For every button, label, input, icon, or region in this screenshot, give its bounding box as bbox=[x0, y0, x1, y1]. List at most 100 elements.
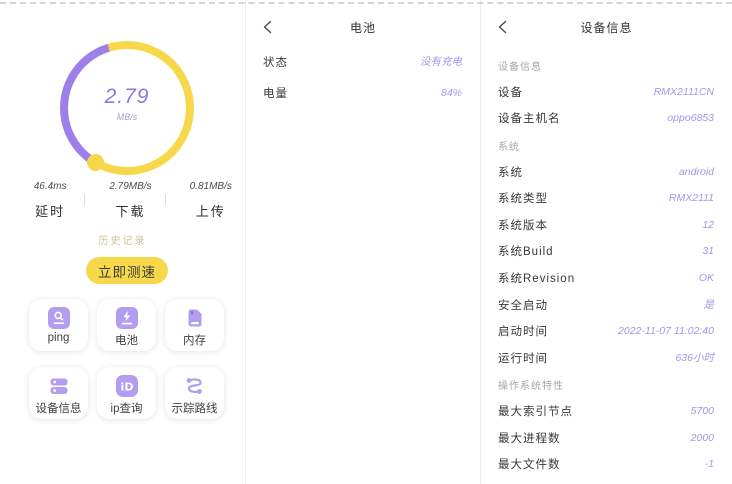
gauge-readout: 2.79 MB/s bbox=[60, 85, 194, 122]
info-label: 最大文件数 bbox=[498, 456, 561, 472]
info-row: 系统版本 12 bbox=[481, 212, 732, 239]
app-window: 2.79 MB/s 46.4ms 延时 2.79MB/s 下载 0.81MB/s… bbox=[0, 0, 732, 484]
gauge-knob-icon bbox=[87, 154, 104, 171]
page-title: 设备信息 bbox=[580, 19, 632, 36]
stat-latency: 46.4ms 延时 bbox=[10, 181, 90, 220]
section-header: 设备信息 bbox=[481, 52, 732, 79]
upload-value: 0.81MB/s bbox=[171, 181, 251, 192]
stats-row: 46.4ms 延时 2.79MB/s 下载 0.81MB/s 上传 bbox=[10, 181, 251, 220]
download-value: 2.79MB/s bbox=[90, 181, 170, 192]
ping-search-icon bbox=[48, 307, 70, 329]
history-link[interactable]: 历史记录 bbox=[0, 232, 245, 247]
device-list-icon bbox=[48, 375, 70, 397]
tool-ip-query[interactable]: iD ip查询 bbox=[97, 367, 156, 419]
battery-bolt-icon bbox=[116, 307, 138, 329]
back-icon[interactable] bbox=[495, 19, 511, 35]
info-row: 时钟频率 100 bbox=[481, 478, 732, 484]
info-label: 运行时间 bbox=[498, 350, 548, 366]
info-value: 12 bbox=[702, 219, 714, 231]
info-row: 最大索引节点 5700 bbox=[481, 398, 732, 425]
stat-upload: 0.81MB/s 上传 bbox=[171, 181, 251, 220]
tool-grid: ping 电池 内存 bbox=[29, 299, 224, 419]
start-test-button[interactable]: 立即测速 bbox=[86, 257, 168, 284]
info-value: -1 bbox=[705, 458, 714, 470]
info-label: 电量 bbox=[263, 85, 288, 101]
tool-memory[interactable]: 内存 bbox=[165, 299, 224, 351]
section-header: 操作系统特性 bbox=[481, 371, 732, 398]
stat-divider bbox=[84, 194, 85, 205]
device-info-header: 设备信息 bbox=[481, 0, 732, 54]
info-value: 5700 bbox=[691, 405, 714, 417]
info-label: 安全启动 bbox=[498, 297, 548, 313]
memory-card-icon bbox=[184, 307, 206, 329]
info-row: 系统类型 RMX2111 bbox=[481, 185, 732, 212]
info-value: oppo6853 bbox=[667, 112, 714, 124]
info-row: 系统 android bbox=[481, 158, 732, 185]
device-info-panel: 设备信息 设备信息 设备 RMX2111CN 设备主机名 oppo6853 系统… bbox=[480, 0, 732, 484]
info-row: 状态 没有充电 bbox=[246, 46, 480, 77]
info-value: OK bbox=[699, 272, 714, 284]
info-label: 系统Revision bbox=[498, 270, 575, 286]
info-row: 电量 84% bbox=[246, 77, 480, 108]
info-label: 最大进程数 bbox=[498, 430, 561, 446]
info-row: 启动时间 2022-11-07 11:02:40 bbox=[481, 318, 732, 345]
info-value: RMX2111 bbox=[669, 192, 714, 204]
info-value: 84% bbox=[441, 87, 462, 99]
info-label: 启动时间 bbox=[498, 323, 548, 339]
info-value: 没有充电 bbox=[420, 54, 462, 69]
info-row: 系统Revision OK bbox=[481, 265, 732, 292]
info-label: 系统版本 bbox=[498, 217, 548, 233]
section-header: 系统 bbox=[481, 132, 732, 159]
tool-label: ping bbox=[48, 332, 70, 344]
tool-device-info[interactable]: 设备信息 bbox=[29, 367, 88, 419]
latency-value: 46.4ms bbox=[10, 181, 90, 192]
info-value: 是 bbox=[704, 297, 715, 312]
tool-label: ip查询 bbox=[111, 400, 143, 416]
info-row: 设备 RMX2111CN bbox=[481, 79, 732, 106]
upload-label: 上传 bbox=[171, 201, 251, 220]
ip-query-icon: iD bbox=[116, 375, 138, 397]
tool-label: 设备信息 bbox=[36, 400, 82, 416]
tool-battery[interactable]: 电池 bbox=[97, 299, 156, 351]
tool-label: 示踪路线 bbox=[172, 400, 218, 416]
info-value: android bbox=[679, 166, 714, 178]
info-label: 系统 bbox=[498, 164, 523, 180]
trace-route-icon bbox=[184, 375, 206, 397]
info-row: 最大进程数 2000 bbox=[481, 424, 732, 451]
latency-label: 延时 bbox=[10, 201, 90, 220]
info-label: 最大索引节点 bbox=[498, 403, 573, 419]
info-label: 设备 bbox=[498, 84, 523, 100]
info-row: 安全启动 是 bbox=[481, 291, 732, 318]
info-value: 2000 bbox=[691, 432, 714, 444]
info-value: 2022-11-07 11:02:40 bbox=[618, 325, 714, 337]
speed-gauge: 2.79 MB/s bbox=[60, 41, 194, 175]
dashed-divider bbox=[0, 2, 732, 4]
battery-info-list: 状态 没有充电 电量 84% bbox=[246, 46, 480, 108]
info-row: 运行时间 636小时 bbox=[481, 345, 732, 372]
speed-value: 2.79 bbox=[60, 85, 194, 109]
speed-unit: MB/s bbox=[60, 112, 194, 122]
info-label: 系统Build bbox=[498, 243, 554, 259]
info-label: 设备主机名 bbox=[498, 110, 561, 126]
tool-label: 内存 bbox=[183, 332, 206, 348]
tool-ping[interactable]: ping bbox=[29, 299, 88, 351]
speedtest-panel: 2.79 MB/s 46.4ms 延时 2.79MB/s 下载 0.81MB/s… bbox=[0, 0, 245, 484]
info-row: 设备主机名 oppo6853 bbox=[481, 105, 732, 132]
tool-label: 电池 bbox=[115, 332, 138, 348]
stat-download: 2.79MB/s 下载 bbox=[90, 181, 170, 220]
device-info-list: 设备信息 设备 RMX2111CN 设备主机名 oppo6853 系统 系统 a… bbox=[481, 52, 732, 484]
info-value: RMX2111CN bbox=[654, 86, 714, 98]
stat-divider bbox=[165, 194, 166, 205]
page-title: 电池 bbox=[350, 19, 376, 36]
info-label: 状态 bbox=[263, 54, 288, 70]
svg-text:iD: iD bbox=[120, 380, 133, 393]
info-value: 31 bbox=[702, 245, 714, 257]
tool-trace-route[interactable]: 示踪路线 bbox=[165, 367, 224, 419]
download-label: 下载 bbox=[90, 201, 170, 220]
back-icon[interactable] bbox=[260, 19, 276, 35]
info-label: 系统类型 bbox=[498, 190, 548, 206]
info-row: 最大文件数 -1 bbox=[481, 451, 732, 478]
battery-panel: 电池 状态 没有充电 电量 84% bbox=[245, 0, 480, 484]
info-value: 636小时 bbox=[675, 350, 714, 365]
info-row: 系统Build 31 bbox=[481, 238, 732, 265]
